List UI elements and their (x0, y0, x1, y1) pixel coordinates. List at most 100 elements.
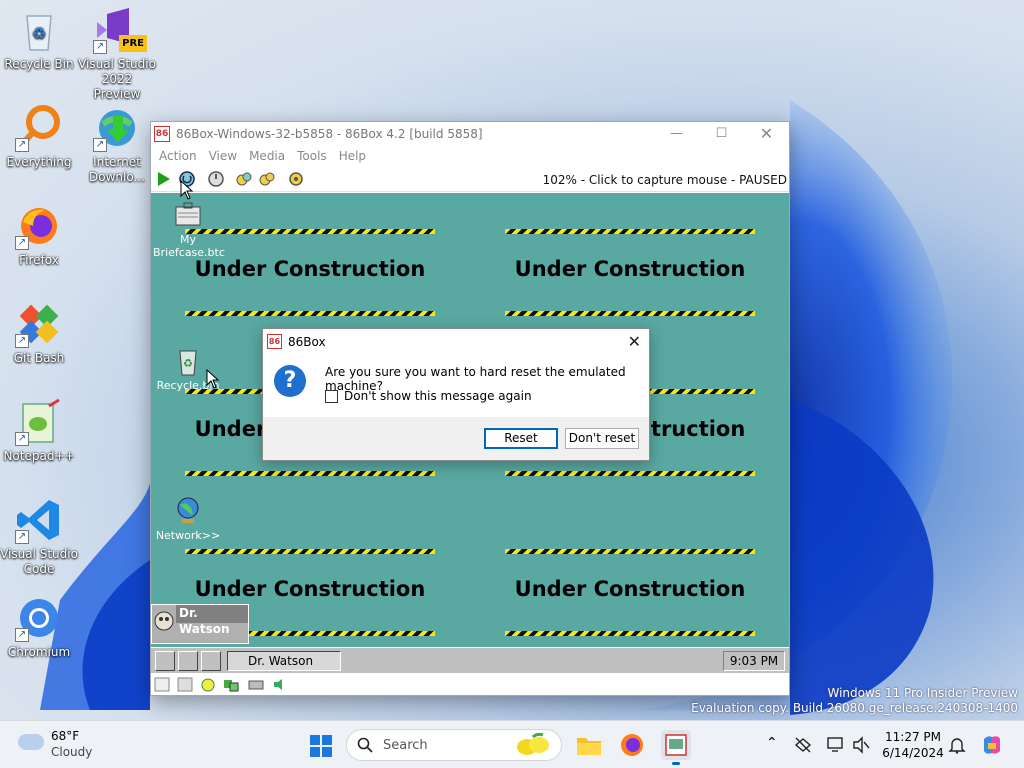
recycle-bin-icon: ♻ (172, 345, 204, 377)
desktop-icon-label: Everything (6, 155, 72, 169)
svg-text:♻: ♻ (183, 357, 193, 370)
quick-launch-3-icon[interactable] (201, 651, 221, 671)
windows-watermark: Windows 11 Pro Insider Preview Evaluatio… (691, 686, 1018, 716)
taskbar-date: 6/14/2024 (882, 746, 944, 760)
windows-logo-icon (310, 735, 332, 757)
lemon-search-highlight-icon (517, 733, 549, 755)
desktop-icon-label: Chromium (7, 645, 71, 659)
desktop-icon-label: Git Bash (13, 351, 65, 365)
volume-mute-icon[interactable] (852, 736, 870, 754)
hard-disk-icon[interactable] (248, 677, 264, 692)
menu-help[interactable]: Help (333, 146, 372, 166)
shortcut-arrow-icon: ↗ (15, 334, 29, 348)
dr-watson-window[interactable]: Dr. Watson (151, 604, 249, 644)
desktop-icon-recycle-bin[interactable]: ♻ Recycle Bin (0, 6, 78, 72)
settings-icon[interactable] (287, 170, 305, 188)
sound-icon[interactable] (272, 677, 288, 692)
86box-menubar: Action View Media Tools Help (151, 146, 789, 166)
weather-temp: 68°F (51, 729, 80, 743)
checkbox-label: Don't show this message again (344, 389, 532, 403)
desktop-icon-everything[interactable]: ↗ Everything (0, 104, 78, 170)
dialog-footer: Reset Don't reset (263, 417, 649, 460)
file-explorer-taskbar-icon[interactable] (574, 730, 604, 760)
menu-tools[interactable]: Tools (291, 146, 333, 166)
desktop-icon-internet-download-manager[interactable]: ↗ Internet Downlo... (78, 104, 156, 185)
floppy-2-icon[interactable] (177, 677, 193, 692)
desktop-icon-label: Firefox (19, 253, 59, 267)
show-hidden-icons-chevron-icon[interactable]: ⌃ (766, 735, 778, 751)
network-activity-icon[interactable] (223, 677, 239, 692)
dialog-title: 86Box (288, 335, 326, 349)
desktop-icon-label: Notepad++ (3, 449, 75, 463)
checkbox-box[interactable] (325, 389, 338, 403)
active-indicator (672, 762, 680, 765)
shortcut-arrow-icon: ↗ (15, 432, 29, 446)
menu-media[interactable]: Media (243, 146, 291, 166)
86box-window-title: 86Box-Windows-32-b5858 - 86Box 4.2 [buil… (176, 127, 483, 141)
minimize-button[interactable]: — (654, 122, 699, 146)
under-construction-banner: Under Construction (505, 229, 755, 319)
network-disconnected-icon[interactable] (794, 737, 812, 753)
desktop-icon-label: Recycle Bin (4, 57, 74, 71)
taskbar-clock[interactable]: 11:27 PM 6/14/2024 (880, 729, 946, 761)
menu-view[interactable]: View (203, 146, 243, 166)
notification-bell-icon[interactable] (948, 736, 966, 754)
taskbar-task-dr-watson[interactable]: Dr. Watson (227, 651, 341, 671)
pre-badge: PRE (119, 35, 147, 52)
desktop-icon-label: Internet Downlo... (89, 155, 145, 184)
recycle-bin-icon: ♻ (15, 6, 63, 54)
desktop-icon-git-bash[interactable]: ↗ Git Bash (0, 300, 78, 366)
desktop-icon-vscode[interactable]: ↗ Visual Studio Code (0, 496, 78, 577)
desktop-icon-chromium[interactable]: ↗ Chromium (0, 594, 78, 660)
shortcut-arrow-icon: ↗ (15, 236, 29, 250)
globe-download-icon: ↗ (93, 104, 141, 152)
dialog-close-button[interactable]: ✕ (628, 332, 641, 351)
windows-taskbar: 68°F Cloudy Search ⌃ 11:27 PM 6/14/2024 (0, 720, 1024, 768)
dialog-titlebar[interactable]: 86 86Box ✕ (263, 329, 649, 354)
dont-reset-button[interactable]: Don't reset (565, 428, 639, 449)
emu-icon-my-briefcase[interactable]: My Briefcase.btc (153, 199, 225, 259)
desktop-icon-firefox[interactable]: ↗ Firefox (0, 202, 78, 268)
firefox-taskbar-icon[interactable] (617, 730, 647, 760)
shortcut-arrow-icon: ↗ (15, 530, 29, 544)
ctrl-alt-del-icon[interactable] (235, 170, 253, 188)
cloud-icon (18, 734, 44, 750)
notepad-plus-plus-icon: ↗ (15, 398, 63, 446)
86box-toolbar: 102% - Click to capture mouse - PAUSED (151, 166, 789, 192)
watermark-line-1: Windows 11 Pro Insider Preview (827, 686, 1018, 700)
desktop-icon-notepad-plus-plus[interactable]: ↗ Notepad++ (0, 398, 78, 464)
reset-button[interactable]: Reset (484, 428, 558, 449)
quick-launch-1-icon[interactable] (155, 651, 175, 671)
desktop-icon-visual-studio-2022[interactable]: PRE ↗ Visual Studio 2022 Preview (78, 6, 156, 102)
git-bash-icon: ↗ (15, 300, 63, 348)
taskbar-search[interactable]: Search (346, 729, 562, 761)
floppy-icon[interactable] (154, 677, 170, 692)
power-icon[interactable] (207, 170, 225, 188)
svg-text:♻: ♻ (32, 24, 46, 43)
display-icon[interactable] (826, 736, 844, 754)
menu-action[interactable]: Action (153, 146, 203, 166)
maximize-button[interactable]: ☐ (699, 122, 744, 146)
86box-taskbar-icon[interactable] (661, 730, 691, 765)
host-mouse-cursor-icon (180, 180, 194, 200)
emulated-clock: 9:03 PM (723, 651, 785, 671)
quick-launch-2-icon[interactable] (178, 651, 198, 671)
shortcut-arrow-icon: ↗ (15, 628, 29, 642)
ctrl-alt-esc-icon[interactable] (258, 170, 276, 188)
under-construction-banner: Under Construction (505, 549, 755, 639)
copilot-icon[interactable] (980, 733, 1004, 757)
dont-show-again-checkbox[interactable]: Don't show this message again (325, 389, 532, 403)
vscode-icon: ↗ (15, 496, 63, 544)
weather-condition: Cloudy (51, 745, 93, 759)
emu-icon-network[interactable]: Network>> (153, 495, 223, 542)
cdrom-icon[interactable] (200, 677, 216, 692)
86box-status-text: 102% - Click to capture mouse - PAUSED (542, 173, 787, 187)
dr-watson-icon (153, 607, 175, 641)
chromium-icon: ↗ (15, 594, 63, 642)
close-button[interactable]: ✕ (744, 122, 789, 146)
desktop-icon-label: Visual Studio Code (0, 547, 78, 576)
visual-studio-icon: PRE ↗ (93, 6, 147, 54)
86box-titlebar[interactable]: 86 86Box-Windows-32-b5858 - 86Box 4.2 [b… (151, 122, 789, 146)
play-icon[interactable] (155, 170, 173, 188)
start-button[interactable] (309, 734, 333, 758)
